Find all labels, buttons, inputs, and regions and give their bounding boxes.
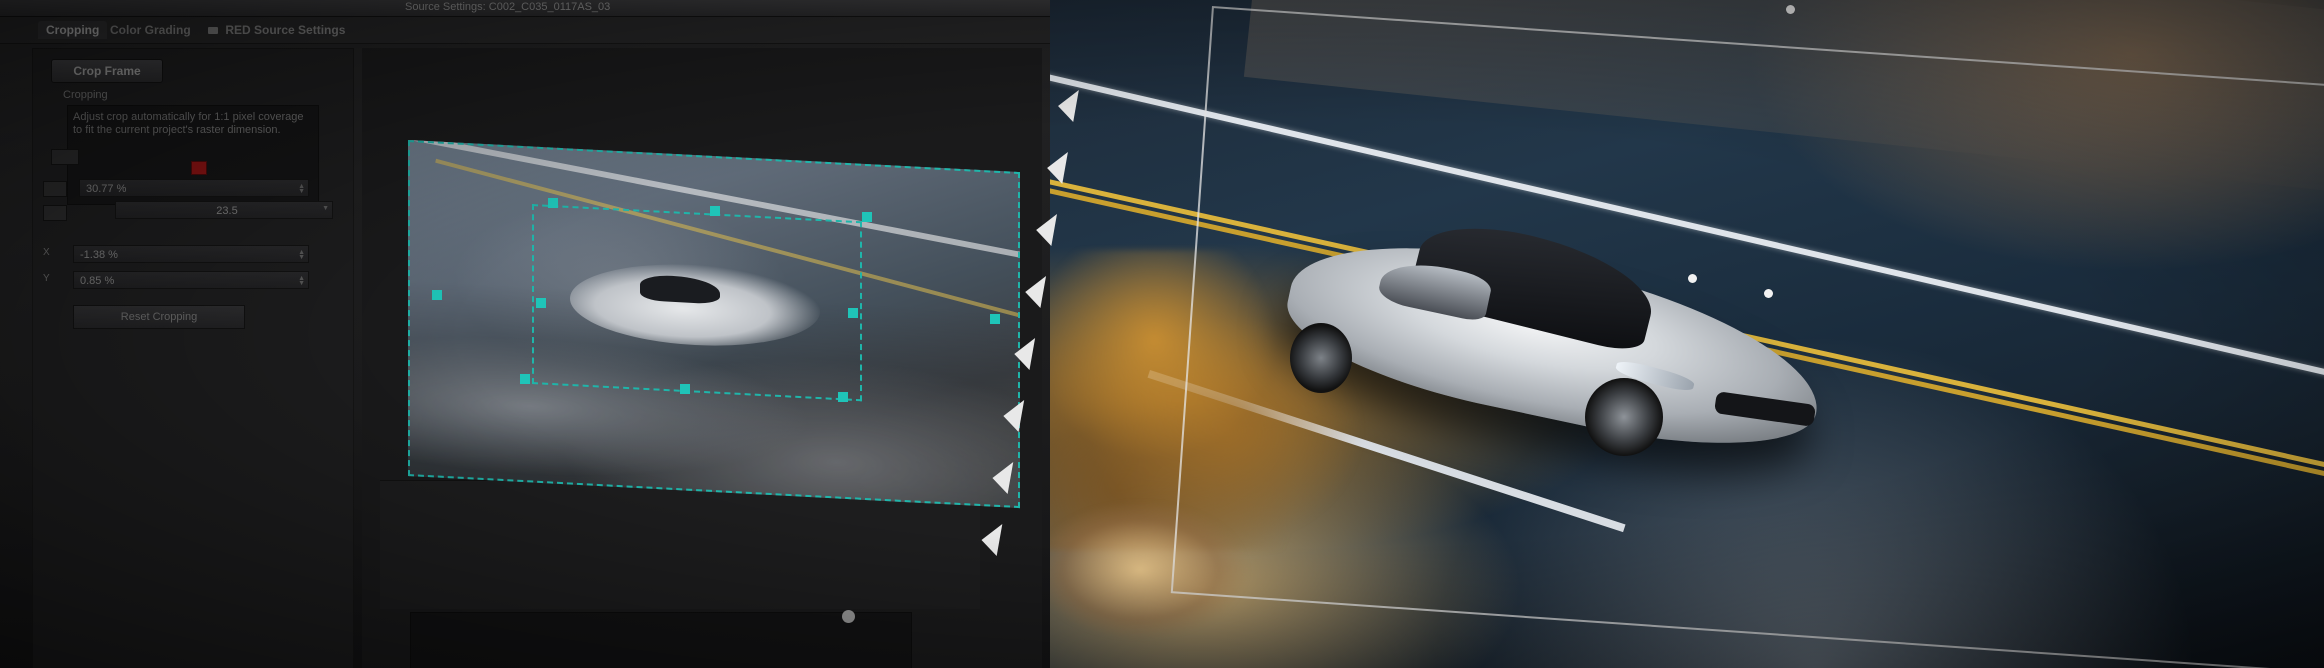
field-value: 30.77 % <box>86 183 127 195</box>
crop-handle-top[interactable] <box>710 206 720 216</box>
film-icon <box>208 27 218 35</box>
tab-label: Cropping <box>46 23 100 37</box>
crop-handle-right[interactable] <box>848 308 858 318</box>
tab-label: Color Grading <box>110 23 191 37</box>
field-row: 23.5 ▼ <box>33 199 353 221</box>
film-perforation-icon <box>1033 214 1057 246</box>
chevron-down-icon[interactable]: ▼ <box>322 205 329 212</box>
field-value: 23.5 <box>216 205 238 217</box>
field-label <box>43 181 67 197</box>
crop-frame-button[interactable]: Crop Frame <box>51 59 163 83</box>
preview-slider-knob[interactable] <box>842 610 855 623</box>
window-titlebar[interactable]: Source Settings: C002_C035_0117AS_03 <box>0 0 1050 17</box>
reset-cropping-button[interactable]: Reset Cropping <box>73 305 245 329</box>
field-value: -1.38 % <box>80 249 118 261</box>
tab-bar: Cropping Color Grading RED Source Settin… <box>0 17 1050 44</box>
spinner-icon[interactable]: ▲ ▼ <box>298 275 305 287</box>
film-perforation-icon <box>1011 338 1036 370</box>
film-perforation-icon <box>1044 152 1068 184</box>
crop-handle-left[interactable] <box>536 298 546 308</box>
tab-cropping[interactable]: Cropping <box>38 21 108 39</box>
frame-control-point[interactable] <box>1688 274 1697 283</box>
field-value: 0.85 % <box>80 275 115 287</box>
frame-handle-left[interactable] <box>432 290 442 300</box>
red-indicator[interactable] <box>191 161 207 175</box>
frame-control-point[interactable] <box>1786 5 1795 14</box>
film-perforation-icon <box>1055 90 1079 122</box>
crop-handle-top-right[interactable] <box>862 212 872 222</box>
field-label <box>43 205 67 221</box>
film-perforation-icon <box>1000 400 1025 432</box>
lower-panel <box>410 612 912 668</box>
field-row: 30.77 % ▲ ▼ <box>33 177 353 199</box>
spinner-icon[interactable]: ▲ ▼ <box>298 249 305 261</box>
crop-region-box[interactable] <box>532 204 862 402</box>
cropping-settings-panel: Crop Frame Cropping Adjust crop automati… <box>32 48 354 668</box>
aspect-select[interactable]: 23.5 ▼ <box>115 201 333 219</box>
frame-control-point[interactable] <box>1764 289 1773 298</box>
tab-color-grading[interactable]: Color Grading <box>102 21 199 39</box>
tab-red-source-settings[interactable]: RED Source Settings <box>200 21 353 39</box>
y-offset-input[interactable]: 0.85 % ▲ ▼ <box>73 271 309 289</box>
film-perforation-icon <box>989 462 1014 494</box>
crop-handle-bottom-right[interactable] <box>838 392 848 402</box>
checkbox[interactable] <box>51 149 79 165</box>
field-row: X -1.38 % ▲ ▼ <box>33 243 353 265</box>
x-offset-input[interactable]: -1.38 % ▲ ▼ <box>73 245 309 263</box>
crop-handle-top-left[interactable] <box>548 198 558 208</box>
auto-crop-info-text: Adjust crop automatically for 1:1 pixel … <box>73 111 304 136</box>
section-label: Cropping <box>63 89 108 101</box>
scale-input[interactable]: 30.77 % ▲ ▼ <box>79 179 309 197</box>
field-row: Y 0.85 % ▲ ▼ <box>33 269 353 291</box>
app-window: Source Settings: C002_C035_0117AS_03 Cro… <box>0 0 2324 668</box>
viewer-crop-frame[interactable] <box>1170 6 2324 668</box>
film-perforation-icon <box>978 524 1003 556</box>
crop-handle-bottom-left[interactable] <box>520 374 530 384</box>
tab-label: RED Source Settings <box>225 23 346 37</box>
spinner-icon[interactable]: ▲ ▼ <box>298 183 305 195</box>
window-title: Source Settings: C002_C035_0117AS_03 <box>405 1 611 13</box>
film-perforation-icon <box>1022 276 1047 308</box>
crop-handle-bottom[interactable] <box>680 384 690 394</box>
